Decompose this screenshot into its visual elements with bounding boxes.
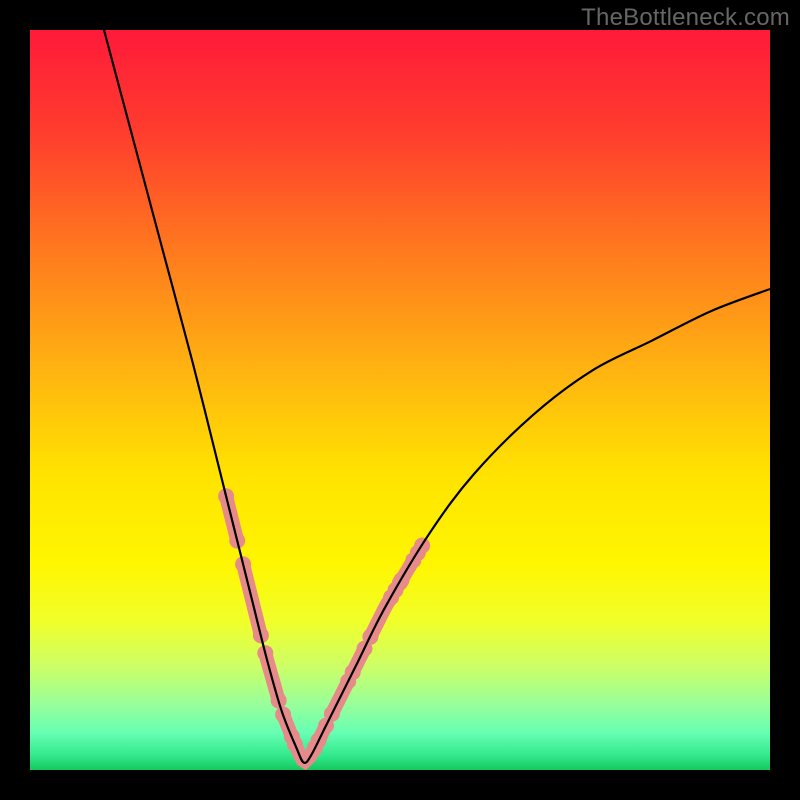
- highlight-segments: [218, 488, 430, 761]
- attribution-text: TheBottleneck.com: [581, 4, 790, 32]
- plot-frame: [30, 30, 770, 770]
- v-curve-line: [104, 30, 770, 763]
- curve-layer: [30, 30, 770, 770]
